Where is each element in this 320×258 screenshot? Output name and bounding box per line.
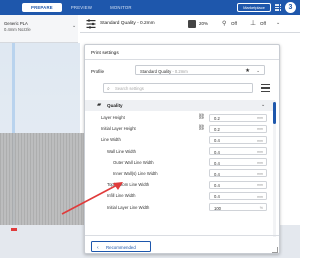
setting-value-field[interactable]: 0.4 mm bbox=[209, 169, 267, 178]
setting-value-field[interactable]: 0.4 mm bbox=[209, 191, 267, 200]
origin-marker bbox=[11, 228, 17, 231]
setting-label: Top/Bottom Line Width bbox=[107, 182, 150, 188]
setting-unit: mm bbox=[257, 183, 263, 188]
setting-value-field[interactable]: 0.4 mm bbox=[209, 180, 267, 189]
chevron-down-icon: ⌄ bbox=[276, 20, 281, 26]
setting-row: Initial Layer Line Width 100% bbox=[85, 202, 275, 213]
adhesion-icon: ⊥ bbox=[250, 20, 257, 27]
hamburger-menu-icon[interactable] bbox=[261, 84, 270, 92]
section-label: Quality bbox=[107, 103, 123, 108]
profile-label: Profile bbox=[91, 69, 105, 74]
profile-value: Standard Quality - 0.2mm bbox=[140, 69, 188, 74]
setting-value: 0.4 bbox=[214, 160, 220, 166]
setting-label: Outer Wall Line Width bbox=[113, 159, 154, 165]
setting-row: Initial Layer Height ⛓ 0.2 mm bbox=[85, 123, 275, 134]
tab-monitor[interactable]: MONITOR bbox=[101, 3, 141, 12]
setting-row: Wall Line Width 0.4 mm bbox=[85, 146, 275, 157]
setting-value-field[interactable]: 0.4 mm bbox=[209, 158, 267, 167]
search-icon: ⌕ bbox=[107, 86, 110, 92]
panel-title: Print settings bbox=[91, 51, 119, 56]
support-summary: Off bbox=[231, 21, 237, 26]
settings-list: Layer Height ⛓ 0.2 mm Initial Layer Height ⛓ 0… bbox=[85, 112, 275, 213]
profile-name: Standard Quality bbox=[140, 68, 172, 74]
setting-label: Infill Line Width bbox=[107, 193, 136, 199]
search-input[interactable] bbox=[115, 85, 245, 92]
setting-label: Initial Layer Line Width bbox=[107, 204, 150, 210]
divider bbox=[85, 235, 279, 236]
nozzle-size: 0.4mm Nozzle bbox=[4, 27, 31, 32]
stage-tabs: PREPARE PREVIEW MONITOR bbox=[22, 3, 141, 12]
profile-dropdown[interactable]: Standard Quality - 0.2mm ★ ⌄ bbox=[135, 65, 265, 75]
setting-value-field[interactable]: 0.2 mm bbox=[209, 124, 267, 133]
setting-unit: % bbox=[259, 205, 263, 210]
setting-unit: mm bbox=[257, 149, 263, 154]
link-icon: ⛓ bbox=[198, 125, 205, 132]
print-settings-panel: Print settings Profile Standard Quality … bbox=[84, 44, 280, 254]
setting-value: 0.4 bbox=[214, 171, 220, 177]
search-settings-box: ⌕ bbox=[103, 83, 253, 93]
setting-row: Top/Bottom Line Width 0.4 mm bbox=[85, 179, 275, 190]
divider bbox=[85, 59, 279, 60]
setting-label: Wall Line Width bbox=[107, 148, 136, 154]
infill-summary: 20% bbox=[199, 21, 209, 26]
setting-value: 0.4 bbox=[214, 183, 220, 189]
print-settings-bar[interactable]: Standard Quality - 0.2mm 20% ⚲ Off ⊥ Off… bbox=[80, 15, 300, 33]
setting-value: 100 bbox=[214, 205, 221, 211]
setting-row: Line Width 0.4 mm bbox=[85, 134, 275, 145]
recommended-button[interactable]: ‹ Recommended bbox=[91, 241, 151, 252]
setting-value-field[interactable]: 0.4 mm bbox=[209, 147, 267, 156]
quality-icon: ▰ bbox=[97, 102, 102, 108]
quality-summary: Standard Quality - 0.2mm bbox=[100, 21, 155, 26]
setting-value-field[interactable]: 100% bbox=[209, 203, 267, 211]
account-avatar[interactable]: 3 bbox=[285, 2, 296, 13]
profile-layer-height: - 0.2mm bbox=[171, 68, 188, 74]
support-icon: ⚲ bbox=[222, 21, 227, 27]
setting-unit: mm bbox=[257, 127, 263, 132]
setting-label: Line Width bbox=[101, 137, 121, 143]
build-plate-surface bbox=[0, 133, 96, 233]
infill-icon bbox=[188, 20, 196, 28]
setting-value-field[interactable]: 0.2 mm bbox=[209, 113, 267, 122]
setting-value: 0.4 bbox=[214, 138, 220, 144]
setting-unit: mm bbox=[257, 161, 263, 166]
star-icon[interactable]: ★ bbox=[245, 68, 250, 74]
material-name: Generic PLA bbox=[4, 21, 28, 26]
tab-preview[interactable]: PREVIEW bbox=[62, 3, 101, 12]
print-settings-icon bbox=[86, 19, 96, 29]
setting-unit: mm bbox=[257, 172, 263, 177]
setting-value: 0.4 bbox=[214, 194, 220, 200]
tab-prepare[interactable]: PREPARE bbox=[22, 3, 62, 12]
chevron-left-icon: ‹ bbox=[97, 244, 99, 251]
top-bar: PREPARE PREVIEW MONITOR Marketplace 3 bbox=[0, 0, 300, 15]
setting-value: 0.2 bbox=[214, 116, 220, 121]
quality-section-header[interactable]: ▰ Quality ⌄ bbox=[85, 100, 275, 111]
setting-row: Inner Wall(s) Line Width 0.4 mm bbox=[85, 168, 275, 179]
apps-grid-icon[interactable] bbox=[275, 4, 282, 11]
setting-label: Inner Wall(s) Line Width bbox=[113, 170, 158, 176]
setting-row: Infill Line Width 0.4 mm bbox=[85, 190, 275, 201]
setting-label: Initial Layer Height bbox=[101, 126, 136, 132]
recommended-label: Recommended bbox=[106, 245, 136, 250]
setting-unit: mm bbox=[257, 194, 263, 199]
setting-unit: mm bbox=[257, 116, 263, 121]
resize-handle-icon[interactable] bbox=[272, 247, 278, 253]
setting-value: 0.4 bbox=[214, 149, 220, 155]
scrollbar-thumb[interactable] bbox=[273, 102, 276, 124]
setting-value-field[interactable]: 0.4 mm bbox=[209, 135, 267, 144]
link-icon: ⛓ bbox=[198, 114, 205, 120]
chevron-down-icon: ⌄ bbox=[72, 23, 77, 29]
chevron-down-icon: ⌄ bbox=[261, 102, 266, 108]
setting-unit: mm bbox=[257, 138, 263, 143]
setting-value: 0.2 bbox=[214, 127, 220, 133]
adhesion-summary: Off bbox=[260, 21, 266, 26]
setting-row: Outer Wall Line Width 0.4 mm bbox=[85, 157, 275, 168]
marketplace-button[interactable]: Marketplace bbox=[237, 3, 271, 12]
material-selector[interactable]: Generic PLA 0.4mm Nozzle ⌄ bbox=[0, 15, 78, 43]
setting-label: Layer Height bbox=[101, 115, 125, 120]
setting-row: Layer Height ⛓ 0.2 mm bbox=[85, 112, 275, 123]
chevron-down-icon: ⌄ bbox=[256, 67, 260, 73]
